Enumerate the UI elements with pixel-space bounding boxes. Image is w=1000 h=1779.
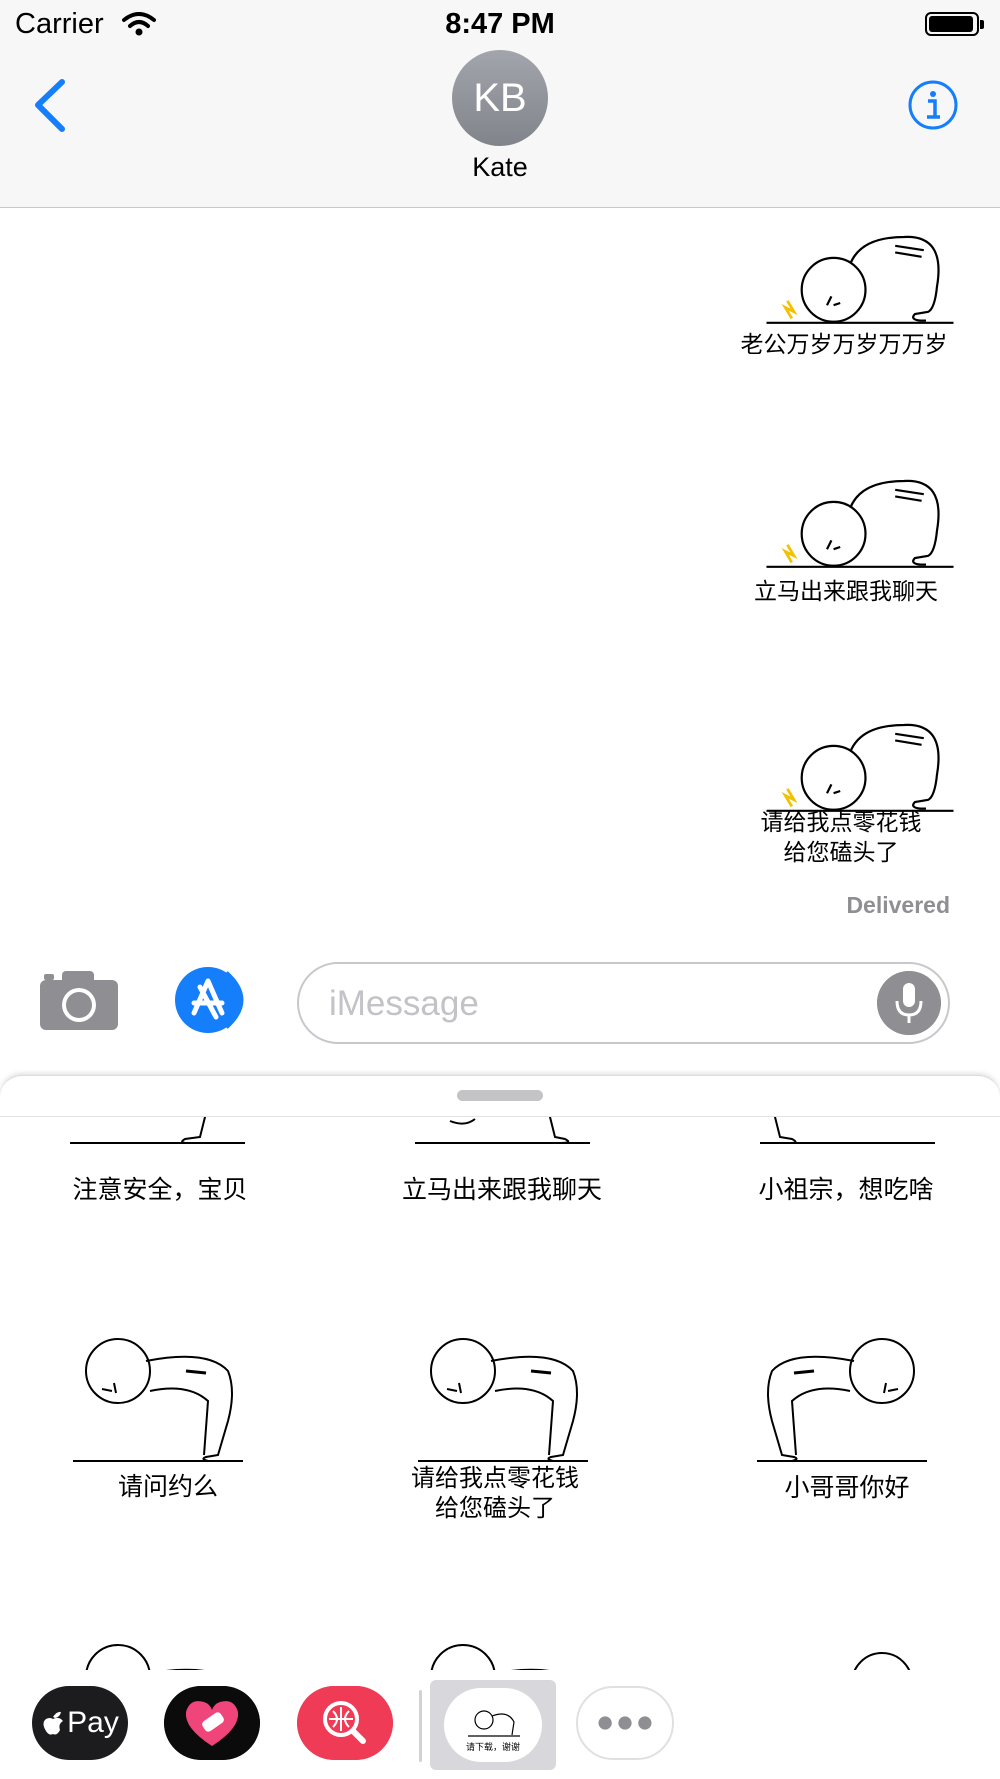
- sticker-app-label: 请下载，谢谢: [465, 1743, 520, 1753]
- status-bar: Carrier 8:47 PM: [0, 0, 1000, 50]
- message-placeholder: iMessage: [329, 984, 479, 1023]
- sent-sticker[interactable]: [753, 470, 967, 580]
- contact-name[interactable]: Kate: [0, 152, 1000, 183]
- grid-sticker[interactable]: [752, 1331, 932, 1471]
- apple-logo-icon: [43, 1711, 64, 1735]
- microphone-icon[interactable]: [877, 971, 941, 1035]
- heart-app-icon[interactable]: [164, 1686, 260, 1760]
- grid-sticker-caption-line: 请给我点零花钱: [411, 1464, 579, 1492]
- app-store-icon[interactable]: [170, 967, 256, 1033]
- status-time: 8:47 PM: [445, 8, 555, 40]
- avatar-initials: KB: [473, 75, 527, 120]
- sticker-caption-line: 给您磕头了: [783, 840, 899, 866]
- grid-sticker-caption[interactable]: 立马出来跟我聊天: [372, 1175, 632, 1205]
- apple-pay-button[interactable]: Pay: [32, 1686, 128, 1760]
- sticker-grid: 注意安全，宝贝 立马出来跟我聊天 小祖宗，想吃啥 请问约么 请给我点零花钱 给您…: [0, 1117, 1000, 1670]
- camera-icon[interactable]: [38, 968, 120, 1032]
- sticker-caption-line: 请给我点零花钱: [760, 810, 922, 836]
- delivered-status: Delivered: [846, 892, 950, 918]
- more-icon[interactable]: [576, 1686, 674, 1760]
- sent-sticker[interactable]: [753, 226, 967, 336]
- sticker-caption: 老公万岁万岁万万岁: [740, 332, 948, 358]
- grid-sticker-caption[interactable]: 注意安全，宝贝: [30, 1175, 290, 1205]
- contact-avatar[interactable]: KB: [452, 50, 548, 146]
- drawer-grabber[interactable]: [457, 1090, 543, 1101]
- grid-sticker-caption[interactable]: 小祖宗，想吃啥: [716, 1175, 976, 1205]
- grid-sticker[interactable]: [413, 1331, 593, 1471]
- grid-sticker-caption-line: 给您磕头了: [435, 1494, 555, 1522]
- apple-pay-label: Pay: [67, 1706, 119, 1739]
- dock-separator: [419, 1690, 422, 1762]
- battery-icon: [925, 12, 984, 36]
- grid-sticker-caption: 请问约么: [117, 1472, 218, 1501]
- back-chevron-icon[interactable]: [30, 78, 70, 133]
- grid-sticker[interactable]: [68, 1331, 248, 1471]
- info-icon[interactable]: [907, 79, 959, 131]
- search-app-icon[interactable]: [297, 1686, 393, 1760]
- grid-sticker-caption: 小哥哥你好: [784, 1473, 910, 1502]
- sticker-caption: 立马出来跟我聊天: [754, 579, 938, 605]
